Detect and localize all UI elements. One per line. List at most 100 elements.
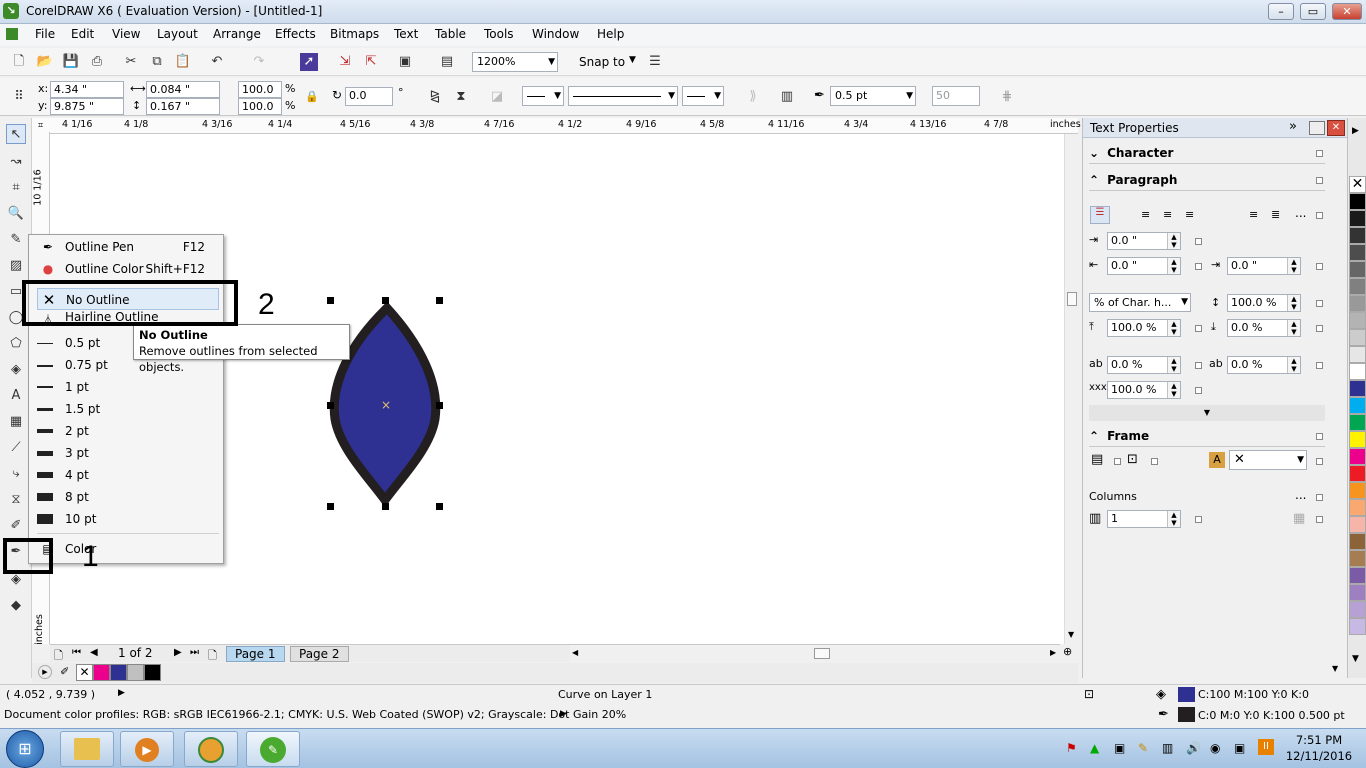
section-checkbox[interactable] (1316, 433, 1323, 440)
freehand-tool-icon[interactable]: ✎ (6, 230, 26, 250)
gray-swatch[interactable] (127, 664, 144, 681)
line-spacing-field[interactable]: 100.0 % ▲ ▼ (1227, 294, 1301, 312)
option-checkbox[interactable] (1316, 516, 1323, 523)
palette-scroll-down-icon[interactable]: ▼ (1352, 654, 1359, 664)
selection-handle[interactable] (382, 297, 389, 304)
frame-fill-dropdown[interactable]: ✕ ▼ (1229, 450, 1307, 470)
option-checkbox[interactable] (1195, 362, 1202, 369)
palette-play-icon[interactable]: ▶ (38, 665, 52, 679)
color-swatch[interactable] (1349, 261, 1366, 278)
justify-icon[interactable]: ≡ (1249, 208, 1258, 221)
frame-section-header[interactable]: ⌃ Frame (1089, 425, 1325, 447)
option-checkbox[interactable] (1114, 458, 1121, 465)
option-checkbox[interactable] (1195, 516, 1202, 523)
text-direction-icon[interactable]: A (1209, 452, 1225, 468)
color-swatch[interactable] (1349, 312, 1366, 329)
character-section-header[interactable]: ⌄ Character (1089, 142, 1325, 164)
vertical-alignment-icon[interactable]: ⊡ (1127, 452, 1138, 467)
scale-height-field[interactable]: 100.0 (238, 98, 282, 115)
selection-handle[interactable] (327, 297, 334, 304)
smart-fill-tool-icon[interactable]: ▨ (6, 256, 26, 276)
tray-icon[interactable]: ▣ (1234, 741, 1245, 755)
rotation-angle-field[interactable]: 0.0 (345, 87, 393, 106)
snap-to-dropdown[interactable]: Snap to (579, 55, 625, 69)
lock-ratio-icon[interactable]: 🔒 (305, 90, 319, 103)
docker-minimize-button[interactable] (1309, 121, 1325, 135)
menu-file[interactable]: File (35, 27, 55, 41)
new-document-icon[interactable]: 🗋 (10, 53, 28, 71)
docker-collapse-icon[interactable]: » (1289, 119, 1297, 134)
interactive-fill-tool-icon[interactable]: ◆ (6, 596, 26, 616)
reference-point-icon[interactable]: ⠿ (10, 88, 28, 106)
no-fill-swatch[interactable]: ✕ (1349, 176, 1366, 193)
zoom-levels-dropdown[interactable]: 1200% ▼ (472, 52, 558, 72)
menu-bitmaps[interactable]: Bitmaps (330, 27, 379, 41)
scroll-left-icon[interactable]: ◀ (572, 648, 578, 657)
menu-table[interactable]: Table (435, 27, 466, 41)
menu-item-width[interactable]: 1.5 pt (37, 398, 219, 420)
scale-width-field[interactable]: 100.0 (238, 81, 282, 98)
selection-handle[interactable] (327, 503, 334, 510)
last-page-icon[interactable]: ⏭ (190, 647, 199, 658)
right-indent-field[interactable]: 0.0 " ▲ ▼ (1227, 257, 1301, 275)
selection-handle[interactable] (382, 503, 389, 510)
tab-page-1[interactable]: Page 1 (226, 646, 285, 662)
no-alignment-icon[interactable]: ☰ (1090, 206, 1110, 224)
menu-help[interactable]: Help (597, 27, 624, 41)
black-swatch[interactable] (144, 664, 161, 681)
undo-icon[interactable]: ↶ (208, 53, 226, 71)
blue-swatch[interactable] (110, 664, 127, 681)
option-checkbox[interactable] (1195, 263, 1202, 270)
menu-item-width[interactable]: 3 pt (37, 442, 219, 464)
color-swatch[interactable] (1349, 499, 1366, 516)
menu-item-outline-pen[interactable]: ✒ Outline Pen F12 (37, 236, 219, 258)
color-swatch[interactable] (1349, 516, 1366, 533)
section-checkbox[interactable] (1316, 177, 1323, 184)
align-left-icon[interactable]: ≡ (1141, 208, 1150, 221)
color-swatch[interactable] (1349, 601, 1366, 618)
menu-layout[interactable]: Layout (157, 27, 198, 41)
menu-window[interactable]: Window (532, 27, 579, 41)
close-button[interactable]: ✕ (1332, 3, 1362, 20)
profiles-arrow-icon[interactable]: ▶ (560, 709, 567, 719)
menu-item-width[interactable]: 2 pt (37, 420, 219, 442)
network-icon[interactable]: ▥ (1162, 741, 1173, 755)
miter-limit-field[interactable]: 50 (932, 86, 980, 106)
start-arrowhead-dropdown[interactable]: ▼ (522, 86, 564, 106)
connector-tool-icon[interactable]: ⤷ (6, 464, 26, 484)
menu-tools[interactable]: Tools (484, 27, 514, 41)
menu-effects[interactable]: Effects (275, 27, 316, 41)
print-icon[interactable]: ⎙ (88, 53, 106, 71)
color-swatch[interactable] (1349, 346, 1366, 363)
task-browser[interactable] (184, 731, 238, 767)
before-paragraph-field[interactable]: 100.0 % ▲ ▼ (1107, 319, 1181, 337)
menu-item-width[interactable]: 10 pt (37, 508, 219, 530)
snap-to-arrow-icon[interactable]: ▼ (629, 55, 636, 65)
app-launcher-icon[interactable]: ▣ (396, 53, 414, 71)
minimize-button[interactable]: – (1268, 3, 1294, 20)
scroll-down-icon[interactable]: ▼ (1068, 630, 1074, 639)
selection-handle[interactable] (436, 503, 443, 510)
color-swatch[interactable] (1349, 227, 1366, 244)
color-swatch[interactable] (1349, 550, 1366, 567)
docker-close-button[interactable]: ✕ (1327, 120, 1345, 136)
color-swatch[interactable] (1349, 414, 1366, 431)
color-swatch[interactable] (1349, 431, 1366, 448)
color-swatch[interactable] (1349, 584, 1366, 601)
color-profiles-info[interactable]: Document color profiles: RGB: sRGB IEC61… (4, 708, 626, 721)
color-swatch[interactable] (1349, 278, 1366, 295)
wrap-text-icon[interactable]: ▥ (778, 88, 796, 106)
search-content-icon[interactable]: ➚ (300, 53, 318, 71)
outline-width-dropdown[interactable]: 0.5 pt ▼ (830, 86, 916, 106)
language-spacing-field[interactable]: 100.0 % ▲ ▼ (1107, 381, 1181, 399)
menu-item-width[interactable]: 4 pt (37, 464, 219, 486)
redo-icon[interactable]: ↷ (250, 53, 268, 71)
volume-icon[interactable]: 🔊 (1186, 741, 1201, 755)
clock-time[interactable]: 7:51 PM (1294, 733, 1344, 747)
color-swatch[interactable] (1349, 397, 1366, 414)
option-checkbox[interactable] (1316, 300, 1323, 307)
import-icon[interactable]: ⇲ (336, 53, 354, 71)
tray-icon[interactable]: ◉ (1210, 741, 1220, 755)
width-field[interactable]: 0.084 " (146, 81, 220, 98)
section-checkbox[interactable] (1316, 212, 1323, 219)
